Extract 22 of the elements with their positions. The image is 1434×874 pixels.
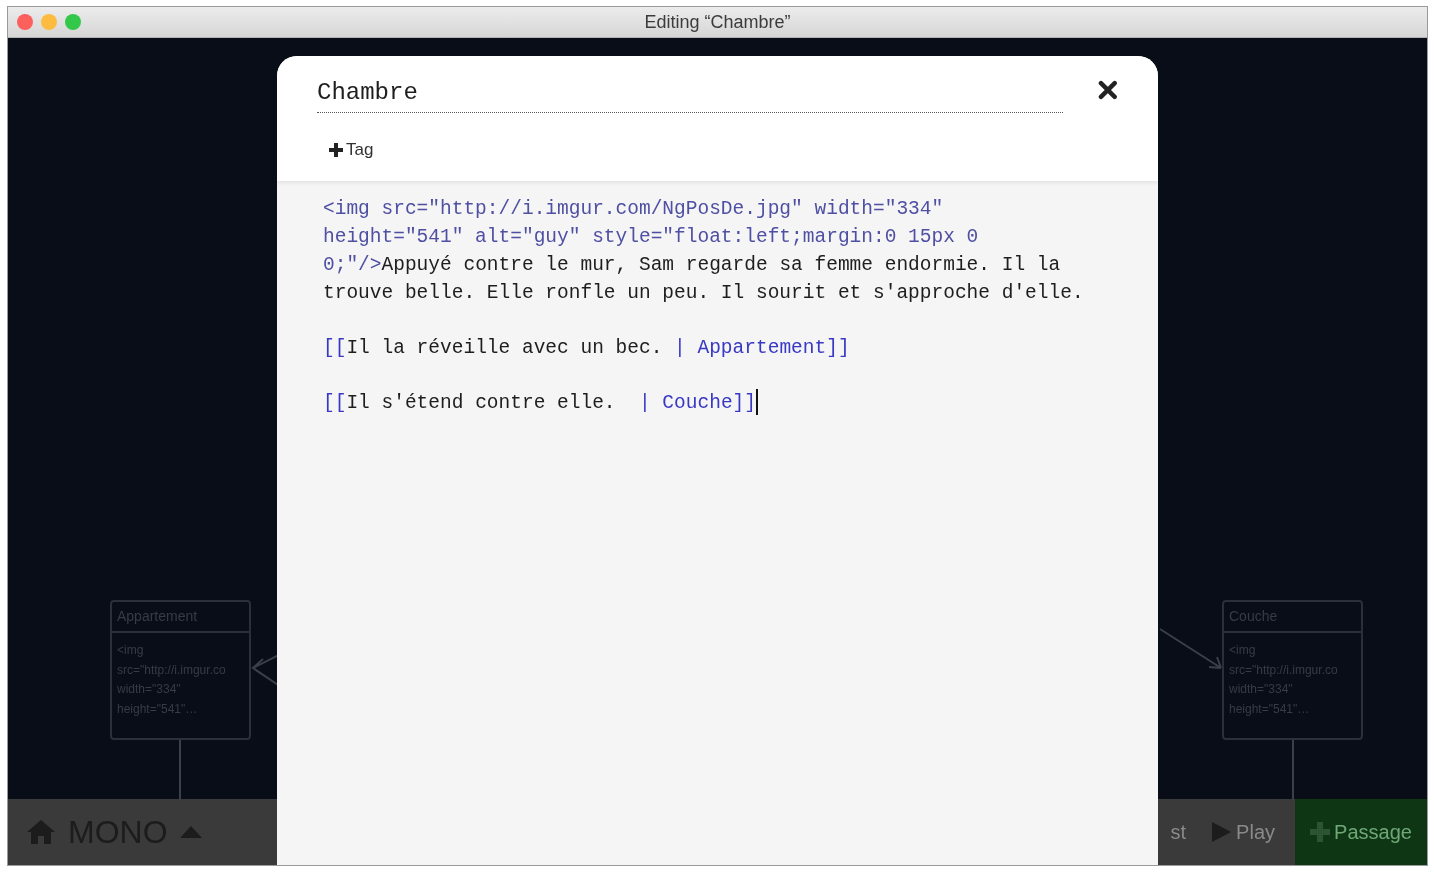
play-button[interactable]: Play xyxy=(1190,799,1295,865)
passage-text-line: <img src="http://i.imgur.com/NgPosDe.jpg" width="334" height="541" alt="guy" style="float:left;margin:0 15px 0 0;"/>Appuyé contre le mur, Sam regarde sa femme endormie. Il la trouve belle. Elle ronfle un peu. Il sourit et s'approche d'elle. xyxy=(323,196,1085,306)
plus-icon xyxy=(329,142,343,157)
plus-icon xyxy=(1310,822,1331,842)
connector-arrow xyxy=(1159,628,1223,670)
play-icon xyxy=(1210,821,1233,843)
close-window-button[interactable] xyxy=(17,14,33,30)
passage-text-line: [[Il s'étend contre elle. | Couche]] xyxy=(323,388,759,417)
toolbar-button[interactable]: st xyxy=(1166,799,1191,865)
zoom-window-button[interactable] xyxy=(65,14,81,30)
minimize-window-button[interactable] xyxy=(41,14,57,30)
passage-text-line: [[Il la réveille avec un bec. | Appartement]] xyxy=(323,335,851,361)
passage-name-field[interactable]: Chambre xyxy=(317,78,1064,113)
add-tag-button[interactable]: Tag xyxy=(329,137,374,163)
close-icon[interactable] xyxy=(1098,80,1118,100)
add-passage-button[interactable]: Passage xyxy=(1295,799,1427,865)
home-icon xyxy=(26,819,56,845)
caret-icon xyxy=(179,826,202,838)
connector-line xyxy=(179,740,181,800)
text-cursor xyxy=(756,389,758,416)
connector-line xyxy=(1292,740,1294,800)
window-title: Editing “Chambre” xyxy=(644,10,791,34)
